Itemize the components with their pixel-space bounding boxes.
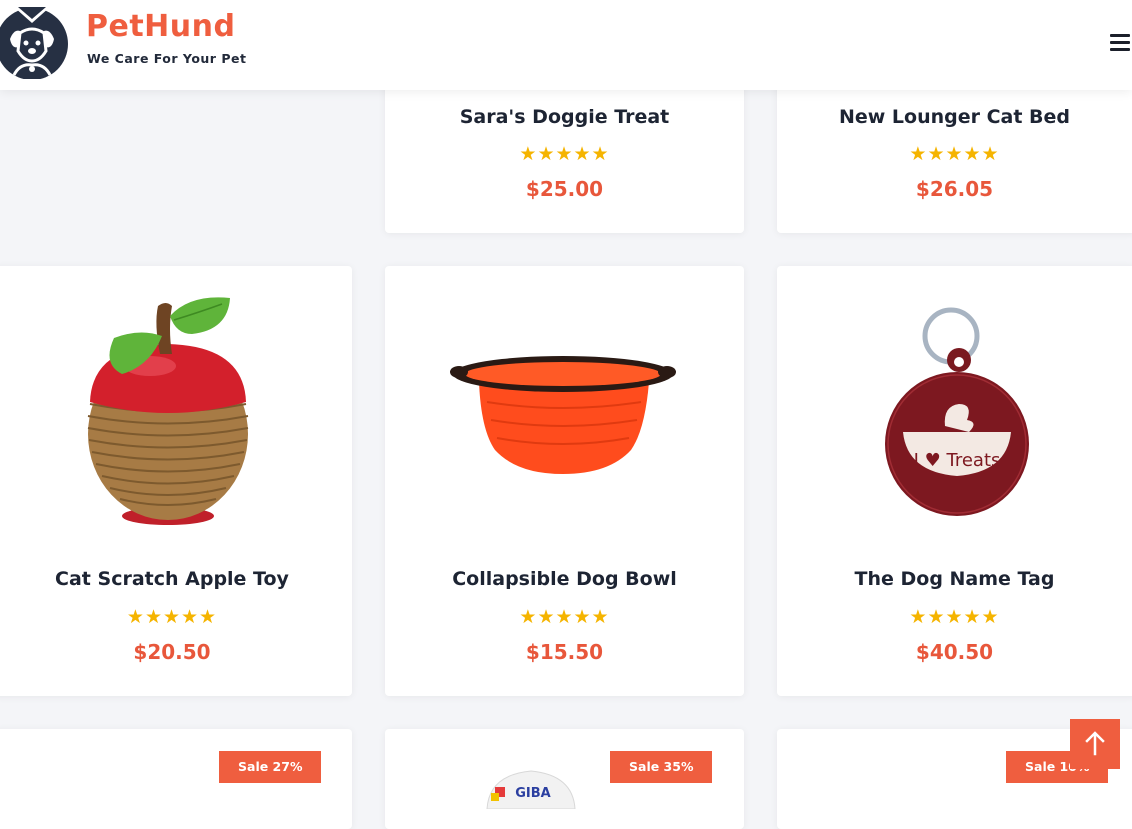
product-image-brand: GIBA [515,786,550,801]
product-title[interactable]: Cat Scratch Apple Toy [0,568,352,590]
product-price: $20.50 [133,640,211,664]
arrow-up-icon [1085,731,1105,756]
apple-scratch-toy-image[interactable] [80,294,260,529]
brand-tagline: We Care For Your Pet [87,51,247,66]
product-title[interactable]: Sara's Doggie Treat [385,106,744,128]
site-header: PetHund We Care For Your Pet [0,0,1132,90]
product-card[interactable]: Sale 35% GIBA [385,729,744,829]
product-price: $40.50 [915,640,994,664]
product-image[interactable]: GIBA [483,765,579,809]
product-card[interactable]: Cat Scratch Apple Toy ★★★★★ $20.50 [0,266,352,696]
sale-badge: Sale 27% [219,751,322,783]
product-price: $26.05 [915,177,994,201]
dog-face-icon [0,7,68,80]
product-title[interactable]: The Dog Name Tag [777,568,1132,590]
rating-stars: ★★★★★ [519,606,610,628]
product-card[interactable]: Sale 27% [0,729,352,829]
collapsible-bowl-image[interactable] [449,350,679,478]
product-price: $25.00 [525,177,604,201]
rating-stars: ★★★★★ [519,143,610,165]
product-card[interactable]: I ♥ Treats The Dog Name Tag ★★★★★ $40.50 [777,266,1132,696]
sale-badge: Sale 35% [610,751,713,783]
tag-engraving-text: I ♥ Treats [914,450,1001,471]
product-title[interactable]: Collapsible Dog Bowl [385,568,744,590]
name-tag-image[interactable]: I ♥ Treats [883,304,1033,518]
product-title[interactable]: New Lounger Cat Bed [777,106,1132,128]
rating-stars: ★★★★★ [909,143,1000,165]
hamburger-menu-icon[interactable] [1106,30,1132,56]
product-price: $15.50 [525,640,604,664]
back-to-top-button[interactable] [1070,719,1120,769]
brand-name[interactable]: PetHund [86,12,235,42]
logo[interactable] [0,3,68,80]
product-card[interactable]: Collapsible Dog Bowl ★★★★★ $15.50 [385,266,744,696]
rating-stars: ★★★★★ [126,606,218,628]
rating-stars: ★★★★★ [909,606,1000,628]
